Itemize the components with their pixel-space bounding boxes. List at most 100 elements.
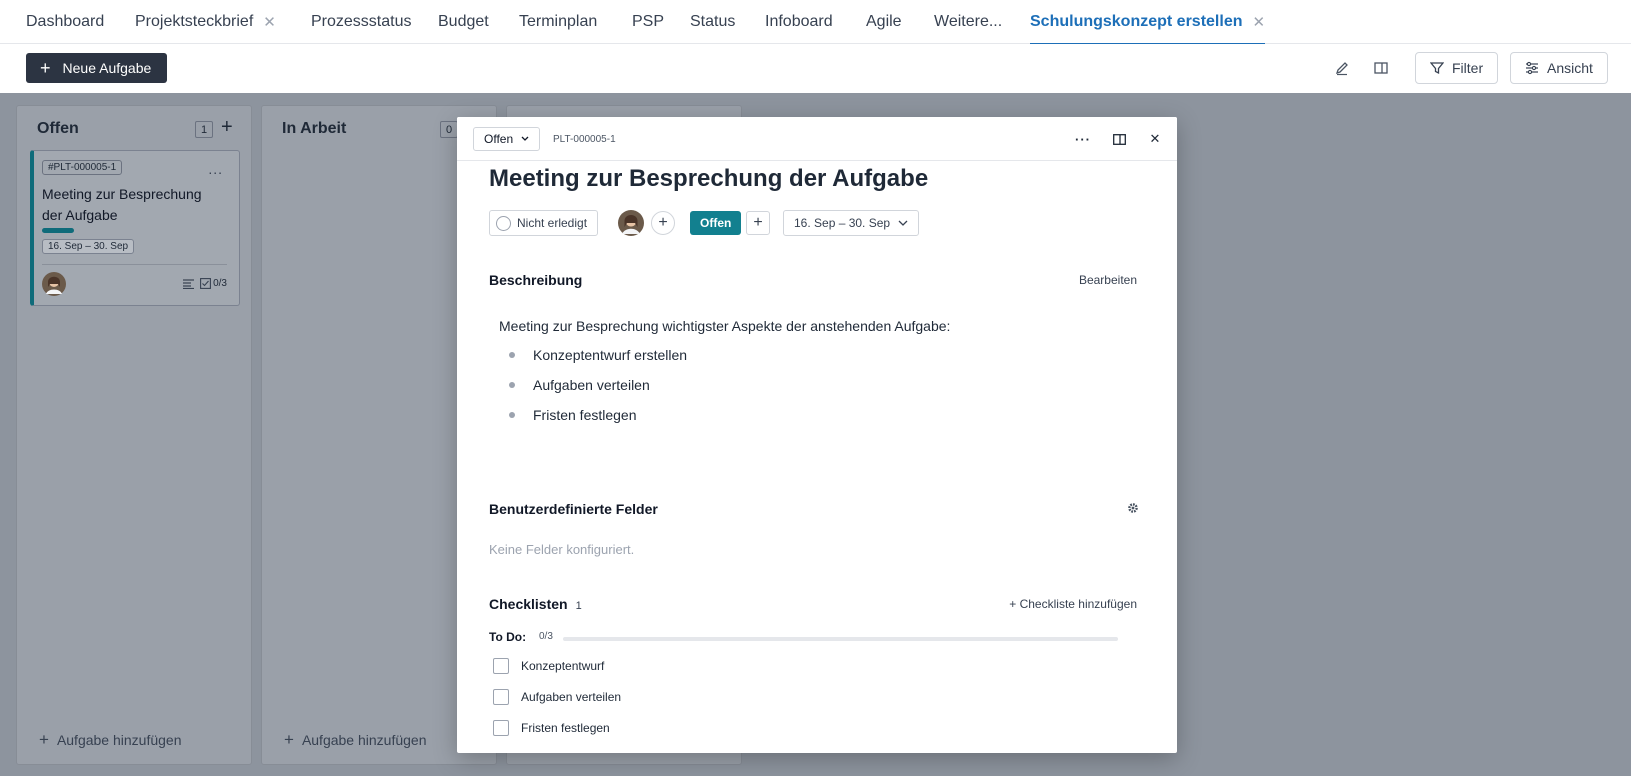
done-label: Nicht erledigt xyxy=(517,216,588,230)
status-value: Offen xyxy=(484,132,514,146)
new-task-button[interactable]: + Neue Aufgabe xyxy=(26,53,168,83)
plus-icon: + xyxy=(39,730,49,749)
checkbox[interactable] xyxy=(493,658,509,674)
filter-button[interactable]: Filter xyxy=(1415,52,1499,84)
split-view-icon[interactable] xyxy=(1109,129,1129,149)
tab-label: Prozessstatus xyxy=(311,13,412,30)
checklist-item-label: Konzeptentwurf xyxy=(521,659,605,673)
card-id: #PLT-000005-1 xyxy=(42,160,123,175)
filter-icon xyxy=(1430,62,1444,75)
checklist-item[interactable]: Fristen festlegen xyxy=(493,720,610,736)
more-icon[interactable]: ... xyxy=(208,161,223,177)
tab-agile[interactable]: Agile xyxy=(866,0,902,44)
card-date: 16. Sep – 30. Sep xyxy=(42,239,135,254)
tab-label: Status xyxy=(690,13,736,30)
add-task-button[interactable]: + Aufgabe hinzufügen xyxy=(39,730,182,750)
tab-label: Infoboard xyxy=(765,13,833,30)
edit-icon[interactable] xyxy=(1330,56,1354,80)
description-text: Meeting zur Besprechung wichtigster Aspe… xyxy=(499,318,951,334)
plus-icon: + xyxy=(284,730,294,749)
add-column-task-icon[interactable]: + xyxy=(221,116,233,139)
close-icon[interactable]: ✕ xyxy=(1252,13,1265,31)
custom-fields-empty: Keine Felder konfiguriert. xyxy=(489,542,635,557)
new-task-label: Neue Aufgabe xyxy=(62,60,152,76)
chevron-down-icon xyxy=(521,136,529,141)
done-toggle[interactable]: Nicht erledigt xyxy=(489,210,599,236)
tab-weitere[interactable]: Weitere... xyxy=(934,0,1002,44)
checklist-item-label: Fristen festlegen xyxy=(521,721,610,735)
description-list: Konzeptentwurf erstellen Aufgaben vertei… xyxy=(507,345,687,435)
checkbox-icon xyxy=(200,278,212,289)
tab-prozessstatus[interactable]: Prozessstatus xyxy=(311,0,411,44)
tab-terminplan[interactable]: Terminplan xyxy=(519,0,597,44)
chevron-down-icon xyxy=(898,220,908,226)
toolbar: + Neue Aufgabe Filter Ansicht xyxy=(0,44,1631,93)
tab-budget[interactable]: Budget xyxy=(438,0,489,44)
checklist-name[interactable]: To Do: xyxy=(489,630,526,644)
avatar[interactable] xyxy=(618,210,644,236)
tab-label: Budget xyxy=(438,13,489,30)
status-badge[interactable]: Offen xyxy=(690,211,742,235)
add-task-label: Aufgabe hinzufügen xyxy=(301,732,427,748)
avatar[interactable] xyxy=(42,272,66,296)
tab-status[interactable]: Status xyxy=(690,0,735,44)
description-heading: Beschreibung xyxy=(489,272,583,288)
sliders-icon xyxy=(1526,61,1538,75)
tab-label: PSP xyxy=(632,13,665,30)
date-range-value: 16. Sep – 30. Sep xyxy=(794,216,891,230)
tab-label: Weitere... xyxy=(934,13,1003,30)
task-title[interactable]: Meeting zur Besprechung der Aufgabe xyxy=(489,165,928,193)
circle-icon xyxy=(496,215,511,231)
checklist-indicator: 0/3 xyxy=(200,278,227,289)
gear-icon[interactable] xyxy=(1127,502,1139,517)
status-dropdown[interactable]: Offen xyxy=(473,127,541,151)
checklists-heading: Checklisten 1 xyxy=(489,596,582,612)
tab-label: Agile xyxy=(866,13,902,30)
tab-infoboard[interactable]: Infoboard xyxy=(765,0,833,44)
tab-dashboard[interactable]: Dashboard xyxy=(26,0,104,44)
edit-description-button[interactable]: Bearbeiten xyxy=(1079,273,1137,287)
column-title: Offen xyxy=(37,120,79,137)
tab-projektsteckbrief[interactable]: Projektsteckbrief ✕ xyxy=(135,0,276,44)
column-count: 1 xyxy=(195,121,213,138)
add-task-button[interactable]: + Aufgabe hinzufügen xyxy=(284,730,427,750)
divider xyxy=(42,264,227,265)
checklists-heading-label: Checklisten xyxy=(489,596,568,612)
list-item: Konzeptentwurf erstellen xyxy=(507,345,687,375)
description-icon xyxy=(183,278,195,289)
list-item: Fristen festlegen xyxy=(507,405,687,435)
checklist-item[interactable]: Konzeptentwurf xyxy=(493,658,604,674)
split-view-icon[interactable] xyxy=(1369,56,1393,80)
checklist-item-label: Aufgaben verteilen xyxy=(521,690,622,704)
checklist-item[interactable]: Aufgaben verteilen xyxy=(493,689,621,705)
add-assignee-button[interactable]: + xyxy=(651,211,675,235)
modal-header: Offen PLT-000005-1 ··· ✕ xyxy=(457,117,1177,161)
add-task-label: Aufgabe hinzufügen xyxy=(56,732,182,748)
tab-bar: Dashboard Projektsteckbrief ✕ Prozessstat… xyxy=(0,0,1631,45)
add-label-button[interactable]: + xyxy=(746,211,770,235)
priority-bar xyxy=(42,228,74,233)
date-range-picker[interactable]: 16. Sep – 30. Sep xyxy=(783,210,920,236)
tab-schulungskonzept[interactable]: Schulungskonzept erstellen ✕ xyxy=(1030,0,1266,45)
tab-label: Dashboard xyxy=(26,13,105,30)
tab-psp[interactable]: PSP xyxy=(632,0,664,44)
task-detail-modal: Offen PLT-000005-1 ··· ✕ Meeting zur Bes… xyxy=(457,117,1177,753)
tab-label: Schulungskonzept erstellen xyxy=(1030,13,1243,30)
column-offen: Offen 1 + #PLT-000005-1 ... Meeting zur … xyxy=(16,105,252,765)
task-card[interactable]: #PLT-000005-1 ... Meeting zur Besprechun… xyxy=(30,150,240,306)
checkbox[interactable] xyxy=(493,720,509,736)
card-meta: 0/3 xyxy=(183,278,227,289)
custom-fields-heading: Benutzerdefinierte Felder xyxy=(489,501,658,517)
filter-label: Filter xyxy=(1452,60,1484,76)
checklist-count: 0/3 xyxy=(213,278,227,289)
close-icon[interactable]: ✕ xyxy=(263,13,276,31)
add-checklist-button[interactable]: + Checkliste hinzufügen xyxy=(1009,597,1137,611)
view-button[interactable]: Ansicht xyxy=(1510,52,1608,84)
tab-label: Projektsteckbrief xyxy=(135,13,254,30)
checkbox[interactable] xyxy=(493,689,509,705)
more-icon[interactable]: ··· xyxy=(1073,129,1093,149)
close-icon[interactable]: ✕ xyxy=(1145,129,1165,149)
list-item: Aufgaben verteilen xyxy=(507,375,687,405)
plus-icon: + xyxy=(1009,597,1020,611)
plus-icon: + xyxy=(40,58,51,78)
